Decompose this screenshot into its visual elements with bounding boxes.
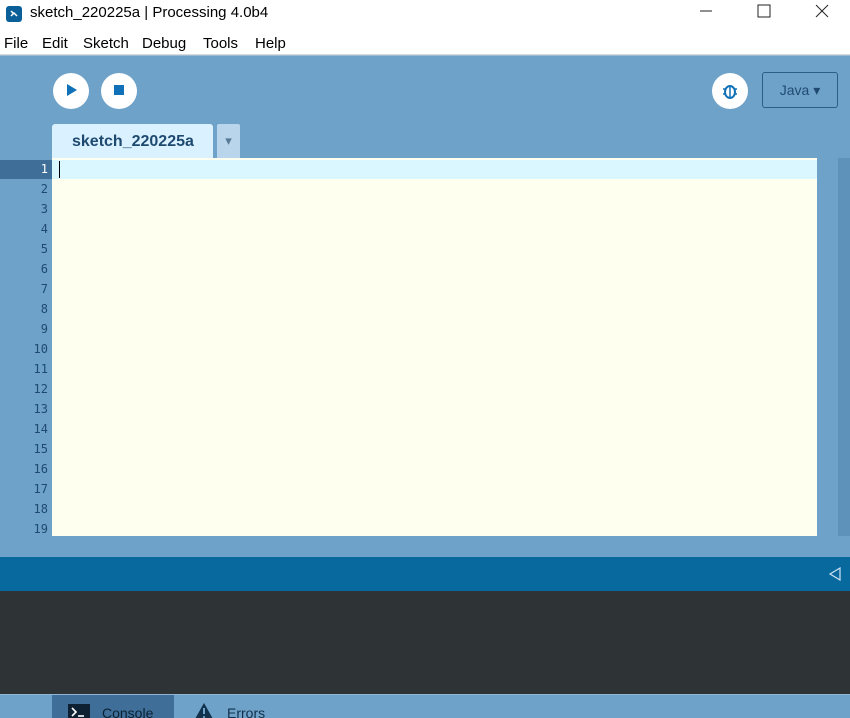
- line-number: 8: [40, 302, 48, 316]
- current-line-highlight: [52, 160, 817, 179]
- editor-right-edge: [838, 158, 850, 536]
- processing-app-icon: [6, 6, 22, 22]
- play-icon: [67, 84, 77, 96]
- menu-debug[interactable]: Debug: [142, 35, 186, 52]
- line-number: 12: [33, 382, 48, 396]
- line-number: 9: [40, 322, 48, 336]
- tab-label: sketch_220225a: [72, 133, 194, 150]
- line-number: 6: [40, 262, 48, 276]
- editor-bottom-strip: [0, 536, 850, 557]
- line-number: 18: [33, 502, 48, 516]
- tab-sketch-220225a[interactable]: sketch_220225a: [52, 124, 213, 159]
- line-number: 16: [33, 462, 48, 476]
- window-title: sketch_220225a | Processing 4.0b4: [30, 4, 269, 21]
- line-number: 17: [33, 482, 48, 496]
- tab-errors[interactable]: Errors: [182, 695, 282, 718]
- run-button[interactable]: [53, 73, 89, 109]
- line-number: 7: [40, 282, 48, 296]
- line-number: 3: [40, 202, 48, 216]
- console-tabs: Console Errors: [0, 694, 850, 718]
- bug-icon: [723, 85, 737, 99]
- line-number: 19: [33, 522, 48, 536]
- line-number: 2: [40, 182, 48, 196]
- console-output: [0, 591, 850, 694]
- maximize-icon: [757, 4, 771, 18]
- close-icon: [815, 4, 829, 18]
- close-button[interactable]: [793, 0, 850, 31]
- console-tab-label: Console: [102, 705, 154, 718]
- line-number: 10: [33, 342, 48, 356]
- line-number: 5: [40, 242, 48, 256]
- tab-menu-button[interactable]: ▾: [217, 124, 240, 158]
- line-number: 15: [33, 442, 48, 456]
- menu-sketch[interactable]: Sketch: [83, 35, 129, 52]
- menu-help[interactable]: Help: [255, 35, 286, 52]
- collapse-left-icon[interactable]: [828, 567, 842, 581]
- maximize-button[interactable]: [735, 0, 793, 31]
- warning-icon: [195, 703, 213, 718]
- editor-scrollbar[interactable]: [817, 158, 838, 536]
- menu-tools[interactable]: Tools: [203, 35, 238, 52]
- debug-button[interactable]: [712, 73, 748, 109]
- stop-button[interactable]: [101, 73, 137, 109]
- stop-icon: [114, 85, 124, 95]
- sketch-toolbar: Java ▾ sketch_220225a ▾: [0, 55, 850, 159]
- line-number-gutter: 1 2 3 4 5 6 7 8 9 10 11 12 13 14 15 16 1…: [0, 158, 52, 536]
- line-number: 11: [33, 362, 48, 376]
- line-number: 13: [33, 402, 48, 416]
- status-bar: [0, 557, 850, 591]
- menu-bar: File Edit Sketch Debug Tools Help: [0, 31, 850, 55]
- errors-tab-label: Errors: [227, 705, 266, 718]
- terminal-icon: [68, 704, 90, 718]
- line-number: 14: [33, 422, 48, 436]
- menu-edit[interactable]: Edit: [42, 35, 68, 52]
- minimize-button[interactable]: [677, 0, 735, 31]
- title-bar: sketch_220225a | Processing 4.0b4: [0, 0, 850, 31]
- text-caret: [59, 161, 60, 178]
- tab-console[interactable]: Console: [52, 695, 174, 718]
- line-number: 4: [40, 222, 48, 236]
- minimize-icon: [700, 10, 712, 12]
- code-editor[interactable]: [52, 158, 817, 536]
- mode-selector-button[interactable]: Java ▾: [762, 72, 838, 108]
- menu-file[interactable]: File: [4, 35, 28, 52]
- line-number: 1: [40, 162, 48, 176]
